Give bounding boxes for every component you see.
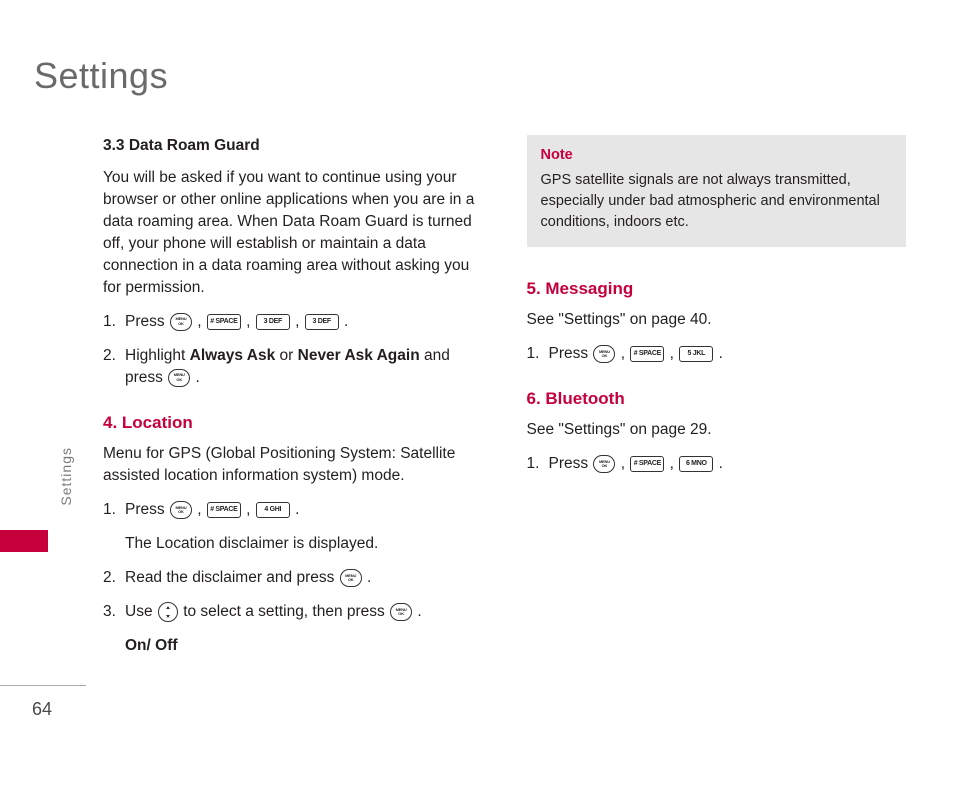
comma: , [665,455,678,472]
option-never-ask: Never Ask Again [298,347,420,364]
comma: , [193,313,206,330]
note-body: GPS satellite signals are not always tra… [541,170,893,233]
menu-ok-key-icon [593,345,615,363]
three-key-icon: 3 DEF [256,314,290,330]
menu-ok-key-icon [170,313,192,331]
comma: , [616,345,629,362]
step-text: Press [549,345,593,362]
right-column: Note GPS satellite signals are not alway… [527,135,907,669]
step-4-1-note: The Location disclaimer is displayed. [125,533,483,555]
step-text: Highlight [125,347,190,364]
comma: , [242,313,255,330]
hash-key-icon: # SPACE [630,346,664,362]
five-key-icon: 5 JKL [679,346,713,362]
step-text: or [275,347,297,364]
heading-6-bluetooth: 6. Bluetooth [527,387,907,411]
period: . [191,369,200,386]
step-text: Press [125,501,169,518]
step-text: Press [549,455,593,472]
hash-key-icon: # SPACE [207,502,241,518]
step-number: 3. [103,601,125,623]
heading-5-messaging: 5. Messaging [527,277,907,301]
step-number: 1. [103,311,125,333]
body-3-3: You will be asked if you want to continu… [103,167,483,299]
step-4-3: 3. Use to select a setting, then press . [103,601,483,623]
menu-ok-key-icon [170,501,192,519]
four-key-icon: 4 GHI [256,502,290,518]
left-column: 3.3 Data Roam Guard You will be asked if… [103,135,483,669]
three-key-icon: 3 DEF [305,314,339,330]
nav-key-icon [158,602,178,622]
period: . [291,501,300,518]
hash-key-icon: # SPACE [207,314,241,330]
step-6-1: 1. Press , # SPACE , 6 MNO . [527,453,907,475]
period: . [714,455,723,472]
comma: , [616,455,629,472]
step-3-3-1: 1. Press , # SPACE , 3 DEF , 3 DEF . [103,311,483,333]
step-3-3-2: 2. Highlight Always Ask or Never Ask Aga… [103,345,483,389]
comma: , [242,501,255,518]
side-rule [0,685,86,686]
subheading-3-3: 3.3 Data Roam Guard [103,135,483,157]
page-title: Settings [34,55,168,97]
menu-ok-key-icon [390,603,412,621]
period: . [413,603,422,620]
step-5-1: 1. Press , # SPACE , 5 JKL . [527,343,907,365]
comma: , [291,313,304,330]
note-box: Note GPS satellite signals are not alway… [527,135,907,247]
page-number: 64 [32,699,52,720]
option-always-ask: Always Ask [190,347,276,364]
option-on-off: On/ Off [125,635,483,657]
period: . [363,569,372,586]
body-4: Menu for GPS (Global Positioning System:… [103,443,483,487]
side-tab-label: Settings [58,447,74,506]
body-6: See "Settings" on page 29. [527,419,907,441]
step-number: 1. [527,453,549,475]
step-number: 1. [103,499,125,521]
step-4-1: 1. Press , # SPACE , 4 GHI . [103,499,483,521]
heading-4-location: 4. Location [103,411,483,435]
comma: , [193,501,206,518]
comma: , [665,345,678,362]
step-number: 2. [103,345,125,389]
six-key-icon: 6 MNO [679,456,713,472]
step-text: Read the disclaimer and press [125,569,339,586]
period: . [714,345,723,362]
menu-ok-key-icon [168,369,190,387]
step-text: Press [125,313,169,330]
side-accent-bar [0,530,48,552]
menu-ok-key-icon [593,455,615,473]
note-title: Note [541,145,893,166]
period: . [340,313,349,330]
step-text: to select a setting, then press [183,603,389,620]
step-text: Use [125,603,157,620]
body-5: See "Settings" on page 40. [527,309,907,331]
hash-key-icon: # SPACE [630,456,664,472]
step-number: 2. [103,567,125,589]
step-4-2: 2. Read the disclaimer and press . [103,567,483,589]
menu-ok-key-icon [340,569,362,587]
step-number: 1. [527,343,549,365]
